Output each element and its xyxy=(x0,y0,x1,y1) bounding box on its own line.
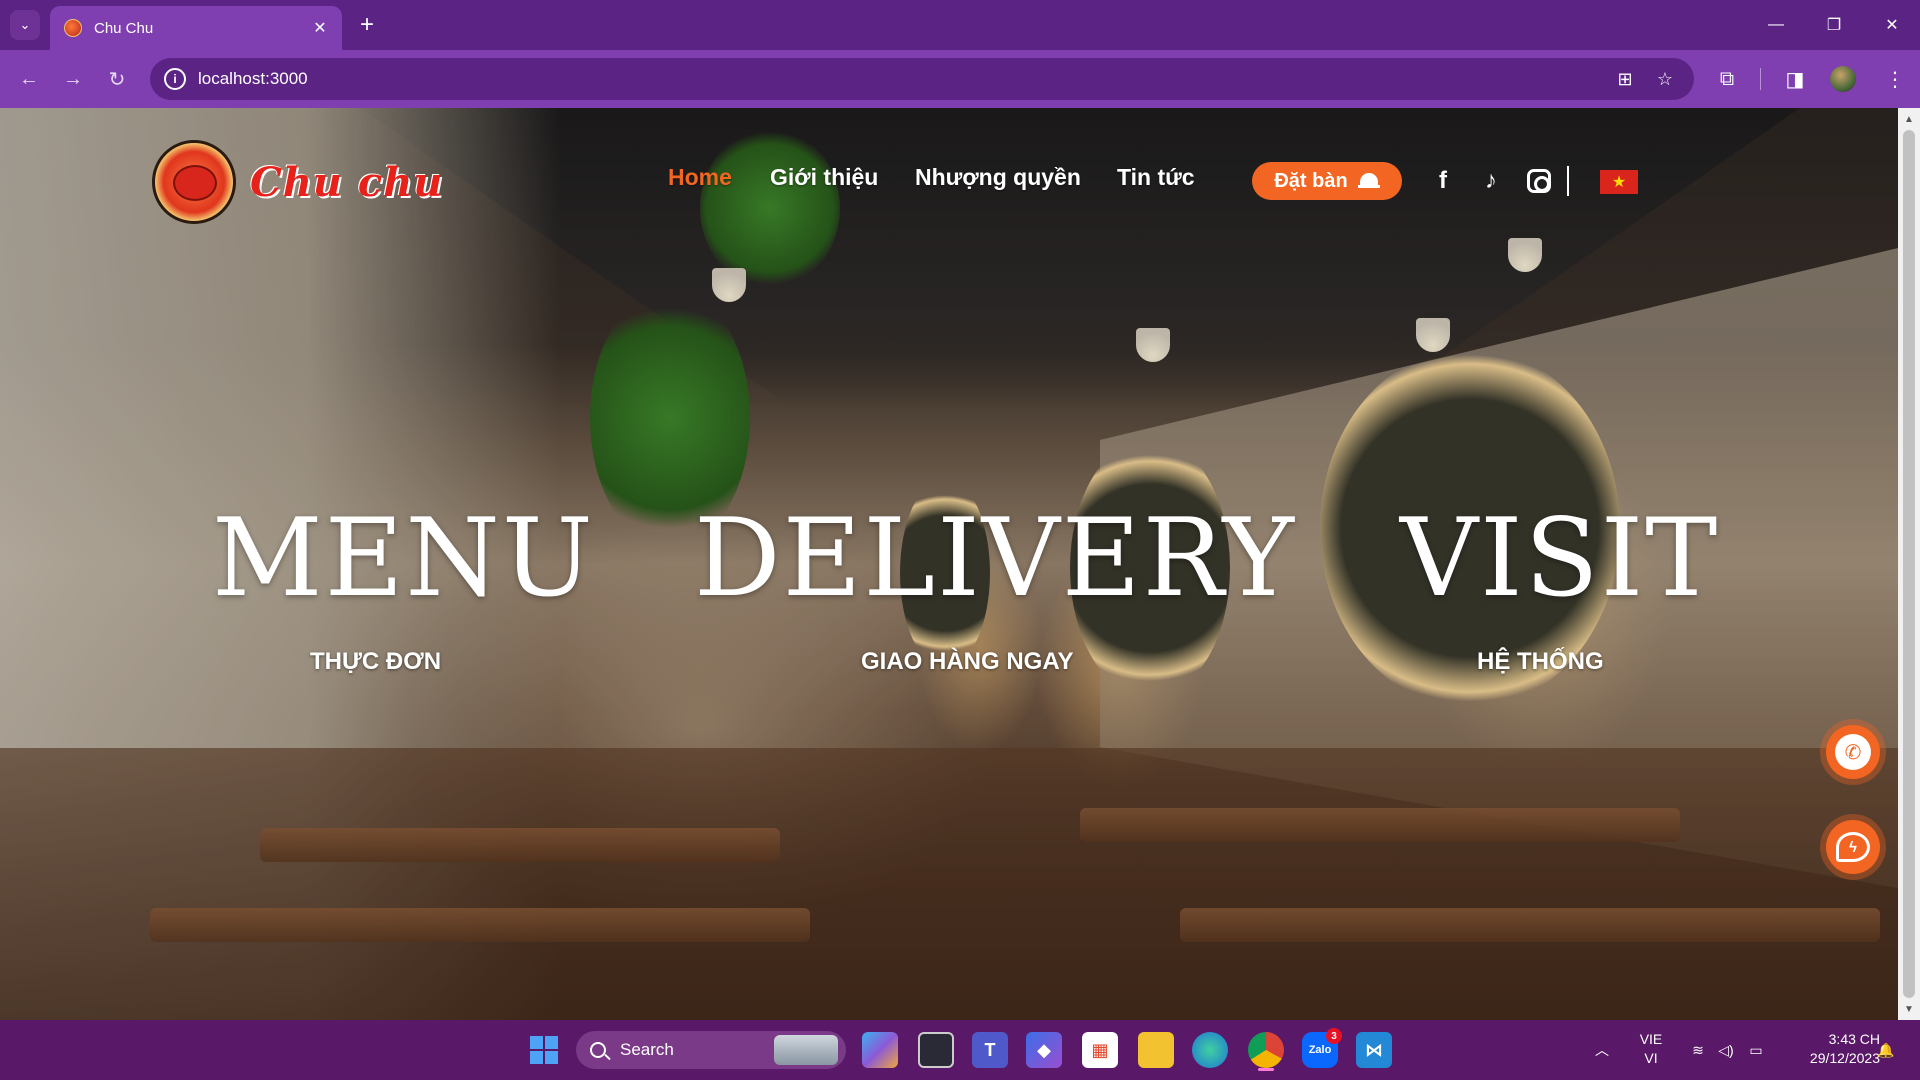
messenger-icon: ϟ xyxy=(1836,832,1870,862)
show-hidden-icons-chevron-icon[interactable]: ︿ xyxy=(1590,1020,1614,1080)
address-bar[interactable]: i localhost:3000 ⊞ ☆ xyxy=(150,58,1694,100)
tiktok-icon[interactable]: ♪ xyxy=(1476,166,1506,196)
notification-bell-icon[interactable]: 🔔 xyxy=(1874,1020,1898,1080)
task-view-icon[interactable] xyxy=(918,1032,954,1068)
copilot-icon[interactable] xyxy=(862,1032,898,1068)
clock-date: 29/12/2023 xyxy=(1809,1050,1880,1066)
nav-home[interactable]: Home xyxy=(668,164,732,191)
crab-logo-icon xyxy=(152,140,236,224)
hero-visit-subtitle[interactable]: HỆ THỐNG xyxy=(1477,648,1604,676)
scroll-up-arrow-icon[interactable]: ▲ xyxy=(1898,110,1920,128)
hero-delivery-title[interactable]: DELIVERY xyxy=(694,496,1296,621)
profile-avatar[interactable] xyxy=(1830,66,1856,92)
edge-browser-icon[interactable] xyxy=(1192,1032,1228,1068)
hero-menu-title[interactable]: MENU xyxy=(212,496,595,621)
language-code: VIE xyxy=(1639,1031,1663,1047)
tab-title: Chu Chu xyxy=(94,19,154,37)
start-grid xyxy=(530,1036,558,1064)
back-arrow-icon[interactable]: ← xyxy=(14,64,44,94)
page-scrollbar[interactable]: ▲ ▼ xyxy=(1898,108,1920,1020)
translate-icon[interactable]: ⊞ xyxy=(1612,66,1638,92)
new-tab-button[interactable]: + xyxy=(352,10,382,40)
nav-tin-tuc[interactable]: Tin tức xyxy=(1117,164,1195,191)
phone-call-button[interactable]: ✆ xyxy=(1826,725,1880,779)
teams-icon[interactable]: T xyxy=(972,1032,1008,1068)
browser-menu-icon[interactable]: ⋮ xyxy=(1880,64,1910,94)
hero-visit-title[interactable]: VISIT xyxy=(1400,496,1719,621)
vscode-icon[interactable]: ⋈ xyxy=(1356,1032,1392,1068)
microsoft-store-icon[interactable]: ▦ xyxy=(1082,1032,1118,1068)
forward-arrow-icon[interactable]: → xyxy=(58,64,88,94)
windows-start-icon[interactable] xyxy=(526,1032,562,1068)
address-url: localhost:3000 xyxy=(198,69,308,88)
crab-shape xyxy=(173,165,217,201)
copilot-app-icon[interactable]: ◆ xyxy=(1026,1032,1062,1068)
keyboard-layout-code: VI xyxy=(1644,1050,1658,1066)
extensions-puzzle-icon[interactable]: ⧉ xyxy=(1712,64,1742,94)
taskbar-clock[interactable]: 3:43 CH 29/12/2023 xyxy=(1780,1030,1880,1068)
wifi-icon[interactable]: ≋ xyxy=(1686,1020,1710,1080)
zalo-icon[interactable]: Zalo 3 xyxy=(1302,1028,1342,1068)
close-window-button[interactable]: ✕ xyxy=(1864,0,1920,50)
taskbar-search-box[interactable]: Search xyxy=(576,1031,846,1069)
volume-icon[interactable]: ◁) xyxy=(1714,1020,1738,1080)
facebook-icon[interactable]: f xyxy=(1428,166,1458,196)
messenger-button[interactable]: ϟ xyxy=(1826,820,1880,874)
chrome-browser-icon[interactable] xyxy=(1248,1032,1284,1068)
nav-gioi-thieu[interactable]: Giới thiệu xyxy=(770,164,878,191)
file-explorer-icon[interactable] xyxy=(1138,1032,1174,1068)
close-tab-icon[interactable]: ✕ xyxy=(310,18,330,38)
instagram-glyph xyxy=(1527,169,1551,193)
notification-badge: 3 xyxy=(1326,1028,1342,1044)
phone-icon: ✆ xyxy=(1835,734,1871,770)
reload-icon[interactable]: ↻ xyxy=(102,64,132,94)
browser-tab[interactable]: Chu Chu ✕ xyxy=(50,6,342,50)
book-table-button[interactable]: Đặt bàn xyxy=(1252,162,1402,200)
restore-window-button[interactable]: ❐ xyxy=(1806,0,1862,50)
windows-taskbar xyxy=(0,1020,1920,1080)
toolbar-divider xyxy=(1760,68,1761,90)
search-highlight-image xyxy=(774,1035,838,1065)
site-favicon-icon xyxy=(64,19,82,37)
battery-icon[interactable]: ▭ xyxy=(1744,1020,1768,1080)
book-table-label: Đặt bàn xyxy=(1274,169,1348,192)
hero-delivery-subtitle[interactable]: GIAO HÀNG NGAY xyxy=(861,648,1073,676)
instagram-icon[interactable] xyxy=(1524,166,1554,196)
taskbar-search-label: Search xyxy=(620,1040,674,1059)
scroll-thumb[interactable] xyxy=(1903,130,1915,998)
site-logo[interactable]: Chu chu xyxy=(152,140,443,224)
cloche-icon xyxy=(1357,173,1380,189)
browser-toolbar: ← → ↻ i localhost:3000 ⊞ ☆ ⧉ ◨ ⋮ xyxy=(0,50,1920,108)
tab-search-button[interactable]: ⌄ xyxy=(10,10,40,40)
input-language-indicator[interactable]: VIE VI xyxy=(1634,1030,1668,1068)
header-divider xyxy=(1567,166,1569,196)
minimize-window-button[interactable]: — xyxy=(1748,0,1804,50)
hero-menu-subtitle[interactable]: THỰC ĐƠN xyxy=(310,648,441,676)
browser-tab-strip: ⌄ Chu Chu ✕ + — ❐ ✕ xyxy=(0,0,1920,50)
search-icon xyxy=(590,1042,606,1058)
side-panel-icon[interactable]: ◨ xyxy=(1780,64,1810,94)
bookmark-star-icon[interactable]: ☆ xyxy=(1652,66,1678,92)
scroll-down-arrow-icon[interactable]: ▼ xyxy=(1898,1000,1920,1018)
vietnam-flag-icon[interactable]: ★ xyxy=(1600,170,1638,194)
site-info-icon[interactable]: i xyxy=(164,68,186,90)
logo-wordmark: Chu chu xyxy=(250,158,444,206)
active-app-indicator xyxy=(1258,1068,1274,1071)
nav-nhuong-quyen[interactable]: Nhượng quyền xyxy=(915,164,1081,191)
clock-time: 3:43 CH xyxy=(1828,1031,1880,1047)
